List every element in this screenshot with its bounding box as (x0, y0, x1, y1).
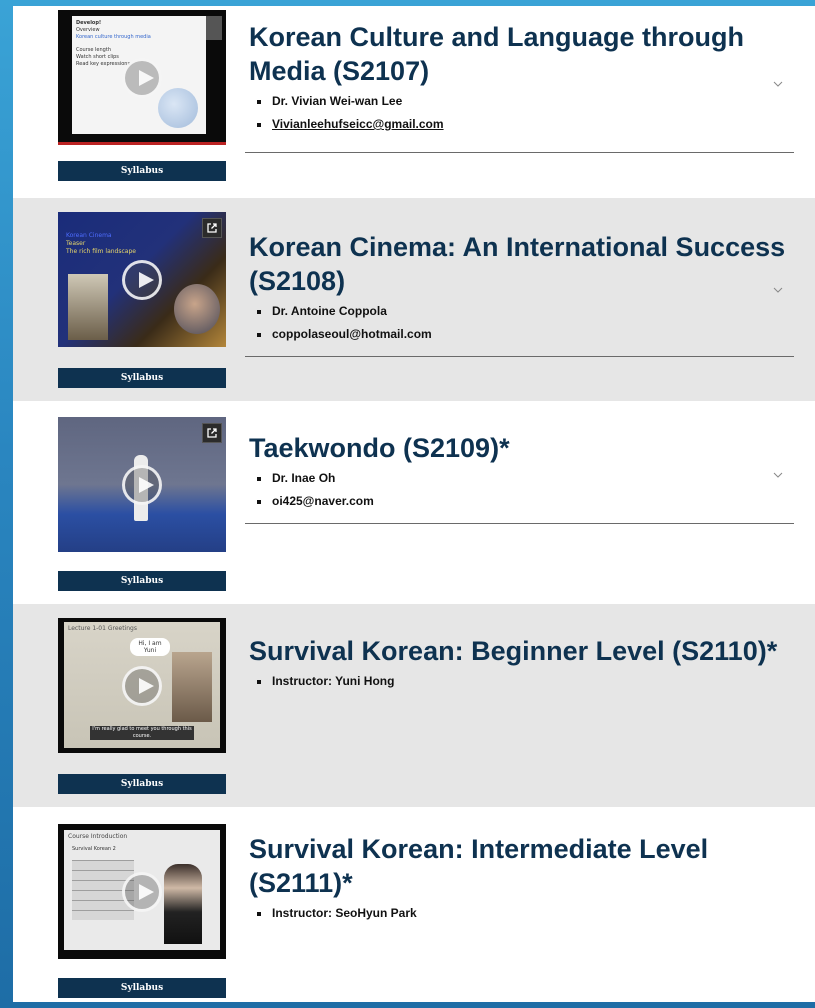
speaker-video (206, 16, 222, 40)
thumbnail-text: Overview (76, 27, 100, 33)
course-card-s2109: Syllabus Taekwondo (S2109)* Dr. Inae Oh … (13, 401, 815, 604)
instructor-name: Instructor: SeoHyun Park (249, 902, 793, 925)
instructor-photo (172, 652, 212, 722)
instructor-email: oi425@naver.com (249, 490, 793, 513)
instructor-name: Dr. Vivian Wei-wan Lee (249, 90, 793, 113)
course-title: Survival Korean: Intermediate Level (S21… (249, 834, 709, 898)
thumbnail-caption: Korean Cinema Teaser The rich film lands… (66, 232, 176, 256)
syllabus-button[interactable]: Syllabus (58, 161, 226, 181)
play-icon[interactable] (122, 464, 162, 505)
course-details: Instructor: Yuni Hong (249, 670, 793, 693)
instructor-photo (164, 864, 202, 944)
course-title: Survival Korean: Beginner Level (S2110)* (249, 636, 778, 666)
play-icon[interactable] (122, 665, 162, 706)
course-title: Korean Cinema: An International Success … (249, 232, 786, 296)
course-info: Taekwondo (S2109)* Dr. Inae Oh oi425@nav… (249, 431, 793, 513)
course-list: Develop! Overview Korean culture through… (13, 6, 815, 1002)
chevron-down-icon[interactable] (773, 471, 783, 479)
syllabus-button[interactable]: Syllabus (58, 571, 226, 591)
course-info: Survival Korean: Intermediate Level (S21… (249, 832, 793, 925)
chevron-down-icon[interactable] (773, 80, 783, 88)
play-icon[interactable] (122, 57, 162, 98)
course-card-s2110: Lecture 1-01 Greetings Hi, I am Yuni I'm… (13, 604, 815, 807)
syllabus-button[interactable]: Syllabus (58, 774, 226, 794)
thumbnail-text: Hi, I am Yuni (130, 638, 170, 656)
thumbnail-text: Lecture 1-01 Greetings (68, 625, 137, 632)
play-icon[interactable] (122, 871, 162, 912)
course-card-s2107: Develop! Overview Korean culture through… (13, 6, 815, 209)
building-image (68, 274, 108, 340)
thumbnail-text: Develop! (76, 20, 102, 26)
course-title: Taekwondo (S2109)* (249, 433, 510, 463)
instructor-name: Instructor: Yuni Hong (249, 670, 793, 693)
course-info: Korean Cinema: An International Success … (249, 230, 793, 346)
video-thumbnail[interactable]: Course Introduction Survival Korean 2 (58, 824, 226, 959)
instructor-name: Dr. Inae Oh (249, 467, 793, 490)
instructor-email: Vivianleehufseicc@gmail.com (249, 113, 793, 136)
divider (245, 152, 794, 153)
instructor-name: Dr. Antoine Coppola (249, 300, 793, 323)
thumbnail-text: I'm really glad to meet you through this… (90, 726, 194, 740)
course-details: Dr. Antoine Coppola coppolaseoul@hotmail… (249, 300, 793, 346)
thumbnail-text: Survival Korean 2 (72, 846, 116, 852)
play-icon[interactable] (122, 259, 162, 300)
video-thumbnail[interactable] (58, 417, 226, 552)
course-card-s2111: Course Introduction Survival Korean 2 Sy… (13, 806, 815, 1002)
speaker-avatar (174, 284, 220, 334)
thumbnail-text: Korean culture through media (76, 34, 151, 40)
external-link-icon[interactable] (202, 423, 222, 443)
video-thumbnail[interactable]: Korean Cinema Teaser The rich film lands… (58, 212, 226, 347)
course-details: Instructor: SeoHyun Park (249, 902, 793, 925)
thumbnail-text: Course length (76, 47, 111, 53)
course-title: Korean Culture and Language through Medi… (249, 22, 745, 86)
syllabus-button[interactable]: Syllabus (58, 978, 226, 998)
course-card-s2108: Korean Cinema Teaser The rich film lands… (13, 198, 815, 401)
syllabus-button[interactable]: Syllabus (58, 368, 226, 388)
course-details: Dr. Vivian Wei-wan Lee Vivianleehufseicc… (249, 90, 793, 136)
video-thumbnail[interactable]: Lecture 1-01 Greetings Hi, I am Yuni I'm… (58, 618, 226, 753)
thumbnail-text: Teaser (66, 240, 86, 247)
divider (245, 523, 794, 524)
instructor-email: coppolaseoul@hotmail.com (249, 323, 793, 346)
course-info: Korean Culture and Language through Medi… (249, 20, 793, 136)
progress-bar (58, 142, 226, 145)
email-link[interactable]: Vivianleehufseicc@gmail.com (272, 117, 444, 131)
external-link-icon[interactable] (202, 218, 222, 238)
course-details: Dr. Inae Oh oi425@naver.com (249, 467, 793, 513)
video-thumbnail[interactable]: Develop! Overview Korean culture through… (58, 10, 226, 145)
globe-image (158, 88, 198, 128)
course-info: Survival Korean: Beginner Level (S2110)*… (249, 634, 793, 693)
thumbnail-text: Korean Cinema (66, 232, 112, 239)
thumbnail-text: The rich film landscape (66, 248, 136, 255)
divider (245, 356, 794, 357)
chevron-down-icon[interactable] (773, 286, 783, 294)
thumbnail-text: Course Introduction (68, 833, 128, 840)
